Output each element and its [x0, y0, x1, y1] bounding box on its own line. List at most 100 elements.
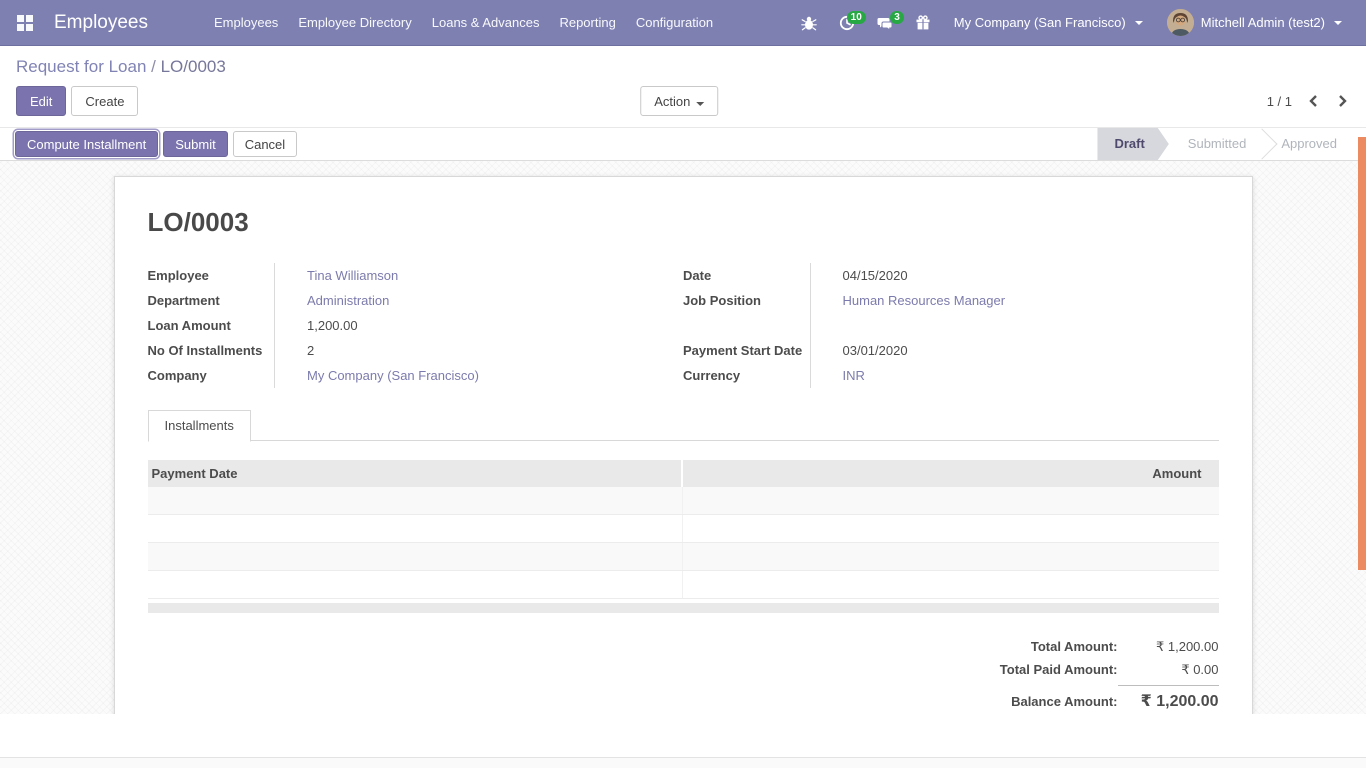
pager-value: 1 / 1	[1267, 94, 1292, 109]
gift-menu-button[interactable]	[908, 11, 938, 35]
field-job-position: Job Position Human Resources Manager	[683, 288, 1219, 313]
installments-table: Payment Date Amount	[148, 460, 1219, 613]
field-date: Date 04/15/2020	[683, 263, 1219, 288]
balance-amount-value: ₹ 1,200.00	[1118, 685, 1219, 711]
field-employee: Employee Tina Williamson	[148, 263, 684, 288]
table-footer-bar	[148, 603, 1219, 613]
nav-menu-configuration[interactable]: Configuration	[626, 0, 723, 46]
chevron-down-icon	[696, 102, 704, 106]
nav-menu-loans-advances[interactable]: Loans & Advances	[422, 0, 550, 46]
compute-installment-button[interactable]: Compute Installment	[15, 131, 158, 157]
breadcrumb-separator: /	[146, 57, 160, 76]
breadcrumb-current: LO/0003	[161, 57, 226, 76]
edit-button[interactable]: Edit	[16, 86, 66, 116]
field-label: Job Position	[683, 288, 810, 313]
scrollbar-thumb[interactable]	[1358, 137, 1366, 570]
user-name: Mitchell Admin (test2)	[1201, 15, 1325, 30]
field-label: Loan Amount	[148, 313, 275, 338]
pager-previous-button[interactable]	[1306, 91, 1321, 111]
balance-amount-row: Balance Amount: ₹ 1,200.00	[1011, 685, 1218, 711]
nav-menu-employee-directory[interactable]: Employee Directory	[288, 0, 421, 46]
column-header-amount[interactable]: Amount	[683, 460, 1219, 487]
record-title: LO/0003	[148, 207, 1219, 238]
department-link[interactable]: Administration	[275, 288, 684, 313]
balance-amount-label: Balance Amount:	[1011, 694, 1117, 709]
systray: 10 3 My Company (San Francisco)	[794, 9, 1350, 36]
form-view-background: LO/0003 Employee Tina Williamson Departm…	[0, 161, 1366, 714]
total-amount-label: Total Amount:	[1031, 639, 1118, 654]
viewport-bottom-divider	[0, 757, 1366, 768]
statusbar: Compute Installment Submit Cancel Draft …	[0, 127, 1366, 161]
company-name: My Company (San Francisco)	[954, 15, 1126, 30]
table-header: Payment Date Amount	[148, 460, 1219, 487]
date-value: 04/15/2020	[810, 263, 1219, 288]
action-label: Action	[654, 94, 690, 109]
message-count-badge: 3	[890, 11, 904, 24]
table-row	[148, 571, 1219, 599]
user-menu[interactable]: Mitchell Admin (test2)	[1159, 9, 1350, 36]
chevron-left-icon	[1308, 93, 1319, 109]
field-payment-start-date: Payment Start Date 03/01/2020	[683, 338, 1219, 363]
currency-link[interactable]: INR	[810, 363, 1219, 388]
top-navbar: Employees Employees Employee Directory L…	[0, 0, 1366, 46]
chevron-right-icon	[1337, 93, 1348, 109]
gift-icon	[915, 15, 931, 31]
field-department: Department Administration	[148, 288, 684, 313]
pager-next-button[interactable]	[1335, 91, 1350, 111]
employee-link[interactable]: Tina Williamson	[275, 263, 684, 288]
field-column-right: Date 04/15/2020 Job Position Human Resou…	[683, 263, 1219, 388]
table-row	[148, 543, 1219, 571]
submit-button[interactable]: Submit	[163, 131, 227, 157]
field-label: Employee	[148, 263, 275, 288]
field-group: Employee Tina Williamson Department Admi…	[148, 263, 1219, 388]
notebook-tabs: Installments	[148, 409, 1219, 441]
total-paid-amount-value: ₹ 0.00	[1118, 662, 1219, 678]
pager: 1 / 1	[1267, 91, 1350, 111]
table-row	[148, 487, 1219, 515]
job-position-link[interactable]: Human Resources Manager	[810, 288, 1219, 313]
apps-menu-button[interactable]	[8, 0, 42, 46]
main-menu: Employees Employee Directory Loans & Adv…	[204, 0, 723, 46]
field-column-left: Employee Tina Williamson Department Admi…	[148, 263, 684, 388]
loan-amount-value: 1,200.00	[275, 313, 684, 338]
control-panel-buttons: Edit Create Action 1 / 1	[16, 86, 1350, 127]
installments-count-value: 2	[275, 338, 684, 363]
control-panel: Request for Loan / LO/0003 Edit Create A…	[0, 46, 1366, 127]
table-row	[148, 515, 1219, 543]
nav-menu-reporting[interactable]: Reporting	[549, 0, 625, 46]
chevron-down-icon	[1135, 21, 1143, 25]
column-header-payment-date[interactable]: Payment Date	[148, 460, 684, 487]
avatar	[1167, 9, 1194, 36]
cancel-button[interactable]: Cancel	[233, 131, 297, 157]
activity-menu-button[interactable]: 10	[832, 11, 862, 35]
status-pipeline: Draft Submitted Approved	[1097, 128, 1356, 160]
bug-icon	[801, 15, 817, 31]
field-label: Date	[683, 263, 810, 288]
company-link[interactable]: My Company (San Francisco)	[275, 363, 684, 388]
chevron-down-icon	[1334, 21, 1342, 25]
field-no-of-installments: No Of Installments 2	[148, 338, 684, 363]
field-currency: Currency INR	[683, 363, 1219, 388]
totals-panel: Total Amount: ₹ 1,200.00 Total Paid Amou…	[148, 639, 1219, 714]
breadcrumb-parent-link[interactable]: Request for Loan	[16, 57, 146, 76]
activity-count-badge: 10	[847, 11, 866, 24]
debug-menu-button[interactable]	[794, 11, 824, 35]
messages-menu-button[interactable]: 3	[870, 11, 900, 35]
field-loan-amount: Loan Amount 1,200.00	[148, 313, 684, 338]
total-paid-amount-label: Total Paid Amount:	[1000, 662, 1118, 677]
field-company: Company My Company (San Francisco)	[148, 363, 684, 388]
field-spacer	[683, 313, 1219, 338]
payment-start-date-value: 03/01/2020	[810, 338, 1219, 363]
field-label: No Of Installments	[148, 338, 275, 363]
company-switcher[interactable]: My Company (San Francisco)	[946, 15, 1151, 30]
action-dropdown-button[interactable]: Action	[640, 86, 718, 116]
create-button[interactable]: Create	[71, 86, 138, 116]
tab-installments[interactable]: Installments	[148, 410, 251, 442]
nav-menu-employees[interactable]: Employees	[204, 0, 288, 46]
app-title: Employees	[54, 12, 148, 34]
status-step-draft[interactable]: Draft	[1097, 128, 1168, 160]
apps-grid-icon	[17, 15, 33, 31]
total-amount-row: Total Amount: ₹ 1,200.00	[1031, 639, 1219, 655]
field-label: Department	[148, 288, 275, 313]
field-label: Payment Start Date	[683, 338, 810, 363]
